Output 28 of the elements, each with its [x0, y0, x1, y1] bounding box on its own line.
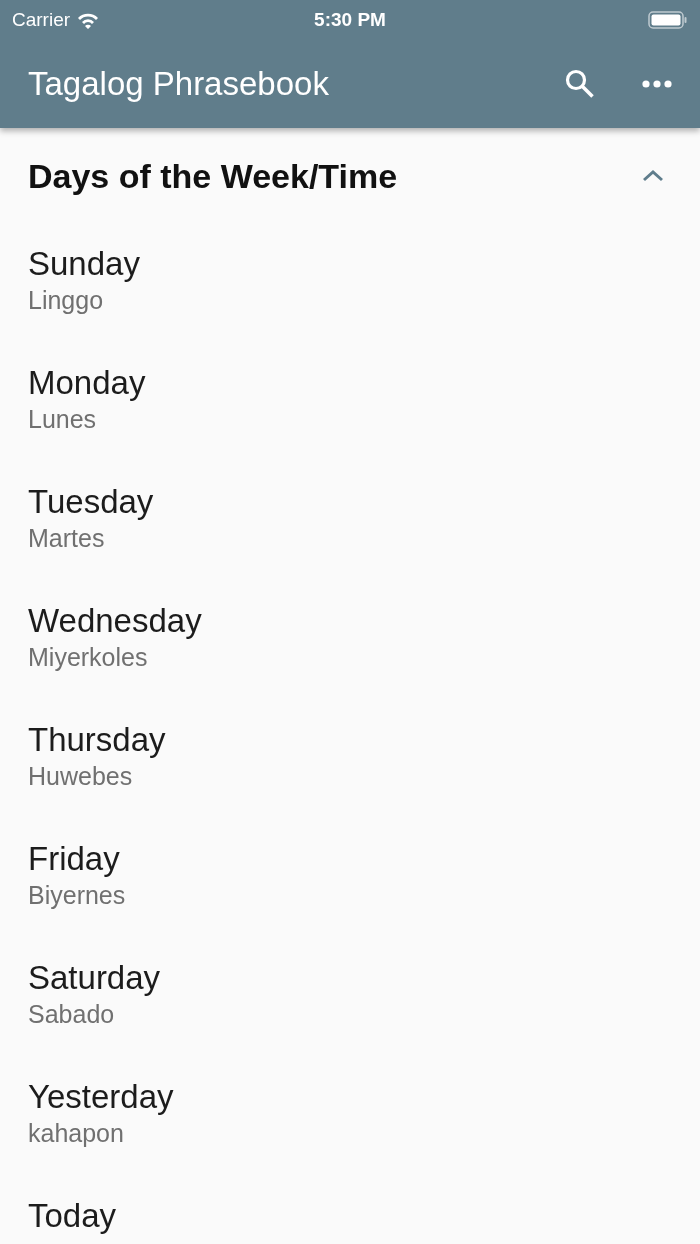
phrase-english: Friday — [28, 839, 120, 879]
phrase-english: Thursday — [28, 720, 166, 760]
phrase-english: Today — [28, 1196, 117, 1236]
phrase-english: Sunday — [28, 244, 140, 284]
phrase-english: Tuesday — [28, 482, 154, 522]
phrase-translation: Martes — [28, 523, 105, 554]
section-title: Days of the Week/Time — [28, 156, 399, 196]
search-icon — [564, 68, 596, 100]
more-icon — [642, 80, 672, 88]
phrase-english: Wednesday — [28, 601, 202, 641]
battery-icon — [648, 11, 688, 29]
app-title: Tagalog Phrasebook — [28, 65, 330, 103]
phrase-english: Yesterday — [28, 1077, 174, 1117]
carrier-label: Carrier — [12, 9, 71, 31]
phrase-translation: kahapon — [28, 1118, 124, 1149]
phrase-translation: Biyernes — [28, 880, 126, 911]
search-button[interactable] — [564, 68, 596, 100]
phrase-translation: Sabado — [28, 999, 115, 1030]
phrase-translation: Lunes — [28, 404, 97, 435]
phrase-english: Monday — [28, 363, 146, 403]
section-header[interactable]: Days of the Week/Time — [0, 128, 700, 224]
phrase-translation: Linggo — [28, 285, 104, 316]
phrase-english: Saturday — [28, 958, 161, 998]
phrase-translation: Miyerkoles — [28, 642, 148, 673]
more-button[interactable] — [642, 80, 672, 88]
clock-time: 5:30 PM — [314, 9, 386, 30]
wifi-icon — [76, 11, 101, 29]
phrase-translation: Huwebes — [28, 761, 133, 792]
